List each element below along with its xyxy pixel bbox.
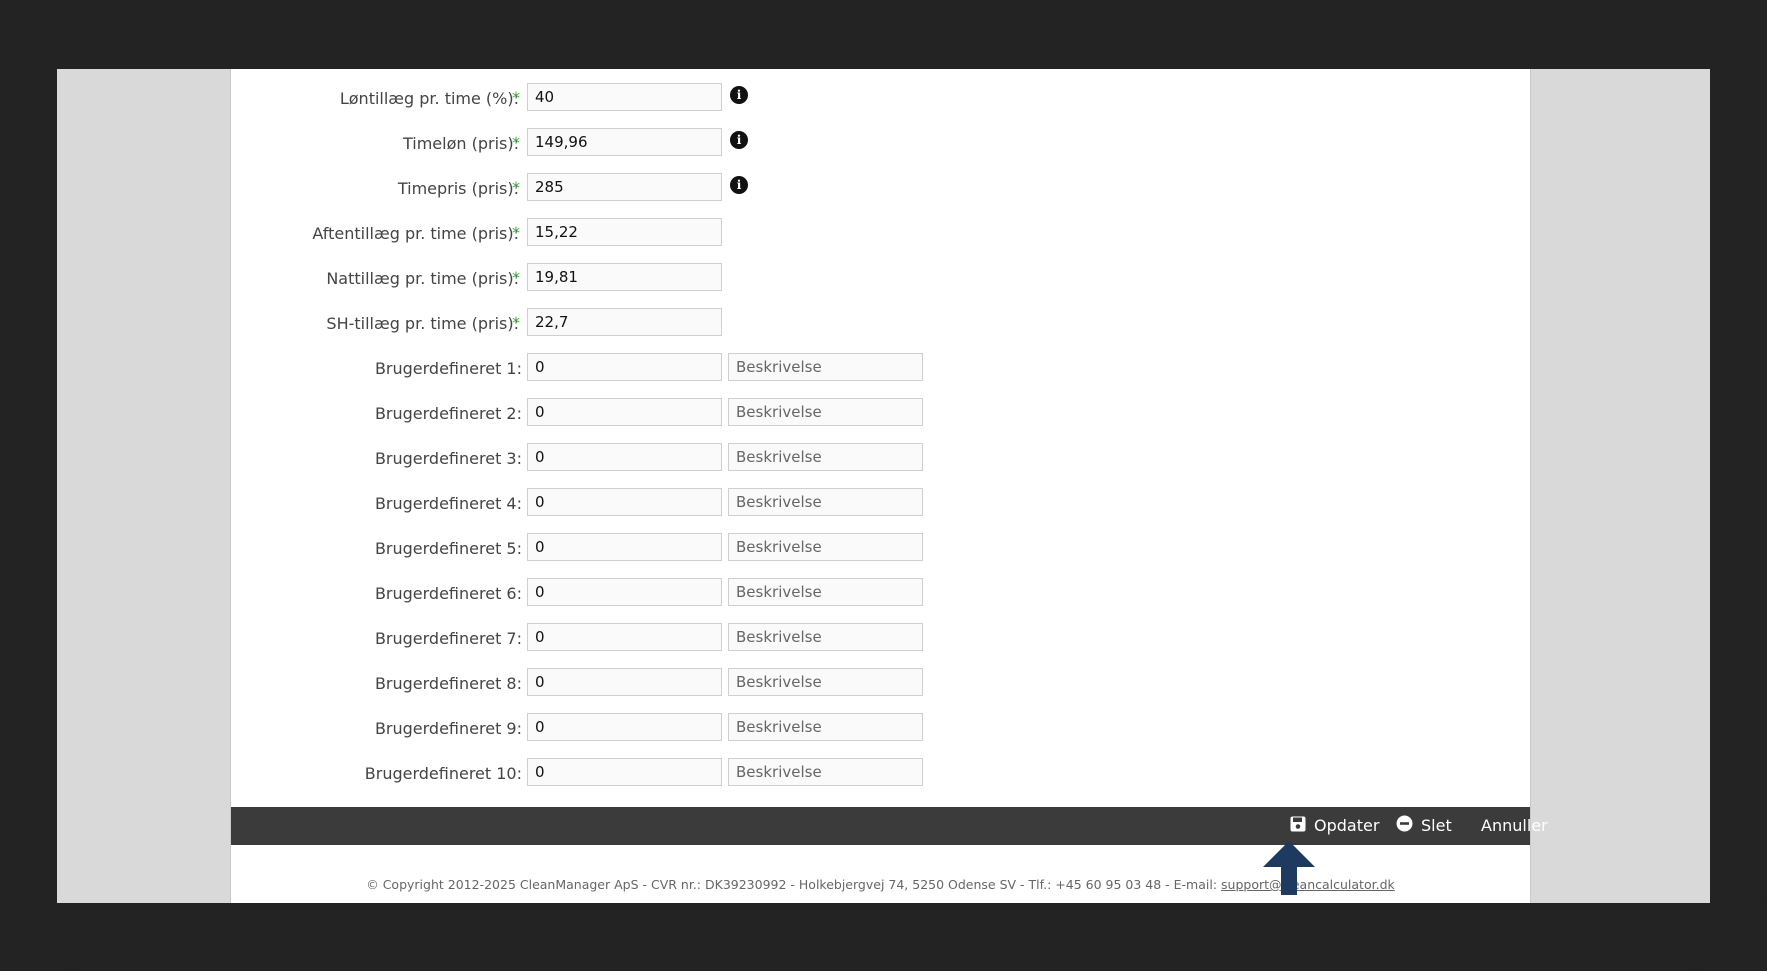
screen: Løntillæg pr. time (%): * 40 i Timeløn (pris… xyxy=(57,69,1710,903)
info-icon[interactable]: i xyxy=(730,86,748,104)
custom-row: Brugerdefineret 1: 0 Beskrivelse xyxy=(231,353,1530,383)
description-input[interactable]: Beskrivelse xyxy=(728,668,923,696)
description-input[interactable]: Beskrivelse xyxy=(728,578,923,606)
required-marker: * xyxy=(512,133,520,152)
custom-row: Brugerdefineret 6: 0 Beskrivelse xyxy=(231,578,1530,608)
field-label: SH-tillæg pr. time (pris): xyxy=(326,314,519,333)
value-input[interactable]: 149,96 xyxy=(527,128,722,156)
delete-button[interactable]: Slet xyxy=(1396,807,1452,845)
required-marker: * xyxy=(512,223,520,242)
description-input[interactable]: Beskrivelse xyxy=(728,713,923,741)
required-marker: * xyxy=(512,268,520,287)
info-icon[interactable]: i xyxy=(730,176,748,194)
value-input[interactable]: 19,81 xyxy=(527,263,722,291)
field-label: Timepris (pris): xyxy=(397,179,519,198)
description-input[interactable]: Beskrivelse xyxy=(728,623,923,651)
custom-row: Brugerdefineret 4: 0 Beskrivelse xyxy=(231,488,1530,518)
required-marker: * xyxy=(512,88,520,107)
minus-circle-icon xyxy=(1396,808,1413,846)
description-input[interactable]: Beskrivelse xyxy=(728,398,923,426)
custom-value-input[interactable]: 0 xyxy=(527,578,722,606)
custom-row: Brugerdefineret 5: 0 Beskrivelse xyxy=(231,533,1530,563)
custom-value-input[interactable]: 0 xyxy=(527,713,722,741)
update-label: Opdater xyxy=(1314,816,1380,835)
field-label: Timeløn (pris): xyxy=(402,134,519,153)
custom-value-input[interactable]: 0 xyxy=(527,533,722,561)
delete-label: Slet xyxy=(1421,816,1452,835)
value-input[interactable]: 15,22 xyxy=(527,218,722,246)
form-row: Timeløn (pris): * 149,96 i xyxy=(231,128,1530,158)
field-label: Brugerdefineret 2: xyxy=(374,404,522,423)
field-label: Brugerdefineret 1: xyxy=(374,359,522,378)
field-label: Brugerdefineret 3: xyxy=(374,449,522,468)
description-input[interactable]: Beskrivelse xyxy=(728,758,923,786)
field-label: Brugerdefineret 9: xyxy=(374,719,522,738)
action-toolbar: Opdater Slet Annuller xyxy=(231,807,1548,845)
field-label: Aftentillæg pr. time (pris): xyxy=(312,224,519,243)
field-label: Nattillæg pr. time (pris): xyxy=(326,269,519,288)
custom-row: Brugerdefineret 10: 0 Beskrivelse xyxy=(231,758,1530,788)
form-row: Timepris (pris): * 285 i xyxy=(231,173,1530,203)
form-row: Nattillæg pr. time (pris): * 19,81 xyxy=(231,263,1530,293)
custom-value-input[interactable]: 0 xyxy=(527,398,722,426)
custom-value-input[interactable]: 0 xyxy=(527,668,722,696)
custom-value-input[interactable]: 0 xyxy=(527,758,722,786)
field-label: Brugerdefineret 4: xyxy=(374,494,522,513)
custom-value-input[interactable]: 0 xyxy=(527,353,722,381)
description-input[interactable]: Beskrivelse xyxy=(728,353,923,381)
required-marker: * xyxy=(512,178,520,197)
arrow-up-icon xyxy=(1263,841,1315,895)
required-marker: * xyxy=(512,313,520,332)
description-input[interactable]: Beskrivelse xyxy=(728,533,923,561)
device-frame: Løntillæg pr. time (%): * 40 i Timeløn (pris… xyxy=(0,0,1767,971)
field-label: Løntillæg pr. time (%): xyxy=(339,89,519,108)
description-input[interactable]: Beskrivelse xyxy=(728,443,923,471)
custom-row: Brugerdefineret 2: 0 Beskrivelse xyxy=(231,398,1530,428)
custom-value-input[interactable]: 0 xyxy=(527,488,722,516)
field-label: Brugerdefineret 10: xyxy=(364,764,522,783)
custom-row: Brugerdefineret 9: 0 Beskrivelse xyxy=(231,713,1530,743)
floppy-disk-icon xyxy=(1290,808,1306,846)
field-label: Brugerdefineret 6: xyxy=(374,584,522,603)
footer: © Copyright 2012-2025 CleanManager ApS -… xyxy=(231,877,1530,892)
footer-text: © Copyright 2012-2025 CleanManager ApS -… xyxy=(366,877,1222,892)
custom-row: Brugerdefineret 7: 0 Beskrivelse xyxy=(231,623,1530,653)
description-input[interactable]: Beskrivelse xyxy=(728,488,923,516)
field-label: Brugerdefineret 7: xyxy=(374,629,522,648)
value-input[interactable]: 285 xyxy=(527,173,722,201)
form-row: SH-tillæg pr. time (pris): * 22,7 xyxy=(231,308,1530,338)
form-row: Aftentillæg pr. time (pris): * 15,22 xyxy=(231,218,1530,248)
custom-row: Brugerdefineret 8: 0 Beskrivelse xyxy=(231,668,1530,698)
value-input[interactable]: 40 xyxy=(527,83,722,111)
info-icon[interactable]: i xyxy=(730,131,748,149)
value-input[interactable]: 22,7 xyxy=(527,308,722,336)
cancel-button[interactable]: Annuller xyxy=(1481,807,1548,845)
field-label: Brugerdefineret 5: xyxy=(374,539,522,558)
custom-value-input[interactable]: 0 xyxy=(527,623,722,651)
settings-page: Løntillæg pr. time (%): * 40 i Timeløn (pris… xyxy=(230,69,1548,903)
field-label: Brugerdefineret 8: xyxy=(374,674,522,693)
form-row: Løntillæg pr. time (%): * 40 i xyxy=(231,83,1530,113)
update-button[interactable]: Opdater xyxy=(1290,807,1379,845)
custom-row: Brugerdefineret 3: 0 Beskrivelse xyxy=(231,443,1530,473)
cancel-label: Annuller xyxy=(1481,816,1548,835)
custom-value-input[interactable]: 0 xyxy=(527,443,722,471)
